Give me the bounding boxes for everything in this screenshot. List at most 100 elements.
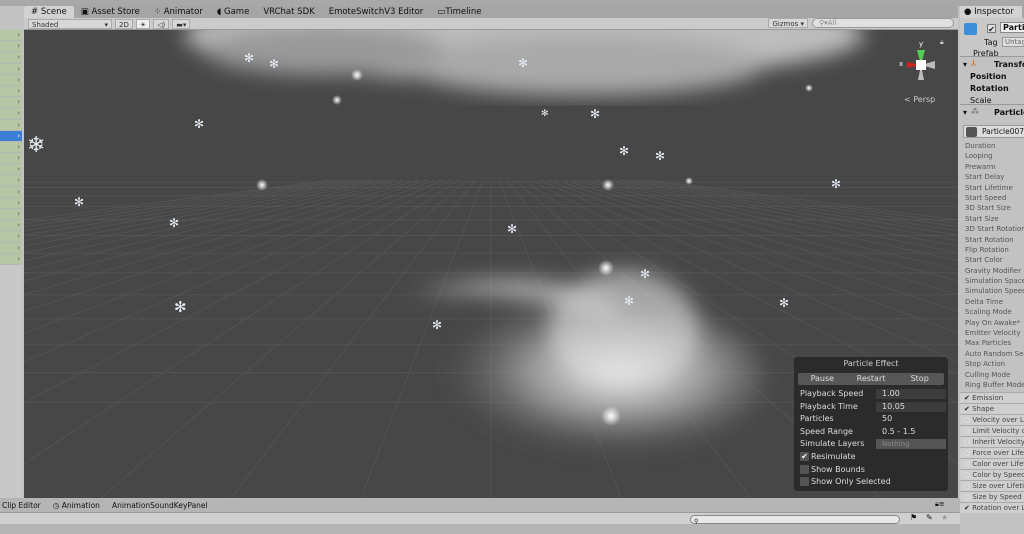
lock-icon[interactable]: 🔒︎: [940, 38, 944, 47]
foldout-arrow-icon[interactable]: ▾: [963, 60, 967, 69]
tab-inspector[interactable]: ● Inspector: [960, 6, 1022, 18]
hierarchy-row[interactable]: ›: [0, 74, 22, 86]
rotation-label: Rotation: [970, 84, 1009, 93]
projection-toggle[interactable]: < Persp: [904, 95, 935, 104]
particle-module-toggle[interactable]: ○ Limit Velocity o: [960, 425, 1024, 437]
hierarchy-row[interactable]: ›: [0, 197, 22, 209]
gizmos-dropdown[interactable]: Gizmos ▾: [768, 18, 808, 28]
snowflake-icon: ✻: [194, 117, 205, 131]
tab-timeline[interactable]: ▭Timeline: [430, 6, 488, 18]
tab-scene[interactable]: # Scene: [24, 6, 74, 18]
grid-line: [24, 179, 356, 232]
tab-game[interactable]: ◖ Game: [210, 6, 257, 18]
snowflake-icon: ✻: [640, 267, 651, 281]
tag-filter-icon[interactable]: ✎: [926, 513, 933, 522]
resimulate-checkbox[interactable]: ✔ Resimulate: [794, 451, 948, 464]
tag-dropdown[interactable]: Untag: [1002, 37, 1024, 47]
tab-animation-sound-key-panel[interactable]: AnimationSoundKeyPanel: [112, 498, 208, 512]
hierarchy-row[interactable]: ›: [0, 209, 22, 221]
effects-dropdown-icon[interactable]: ▬▾: [172, 18, 191, 29]
store-icon: ▣: [80, 7, 89, 17]
module-label: Limit Velocity o: [972, 427, 1024, 436]
hierarchy-row[interactable]: ›: [0, 130, 22, 142]
particle-property-label: Stop Action: [965, 360, 1006, 369]
2d-toggle[interactable]: 2D: [115, 18, 133, 29]
scene-search-input[interactable]: ⚲▾All: [812, 18, 954, 28]
lock-icon[interactable]: 🔒︎≡: [935, 500, 945, 509]
label-filter-icon[interactable]: ⚑: [910, 513, 917, 522]
tab-clip-editor[interactable]: Clip Editor: [2, 498, 41, 512]
tab-vrchat-sdk[interactable]: VRChat SDK: [256, 6, 321, 18]
module-label: Color by Speed: [972, 471, 1024, 480]
module-label: Shape: [972, 405, 995, 414]
hierarchy-row[interactable]: ›: [0, 97, 22, 109]
playback-time-field[interactable]: 10.05: [876, 401, 946, 412]
particle-module-toggle[interactable]: ○ Color by Speed: [960, 469, 1024, 481]
hierarchy-row[interactable]: ›: [0, 164, 22, 176]
tab-emoteswitch[interactable]: EmoteSwitchV3 Editor: [322, 6, 431, 18]
hierarchy-row[interactable]: ›: [0, 242, 22, 254]
pause-button[interactable]: Pause: [798, 373, 847, 385]
particle-module-toggle[interactable]: ○ Force over Lifet: [960, 447, 1024, 459]
field-label: Simulate Layers: [800, 439, 865, 448]
particle-property-label: Start Speed: [965, 193, 1007, 202]
show-only-selected-checkbox[interactable]: Show Only Selected: [794, 476, 948, 489]
hierarchy-row[interactable]: ›: [0, 186, 22, 198]
tab-animator[interactable]: ⁘ Animator: [147, 6, 210, 18]
particle-property-label: Culling Mode: [965, 370, 1011, 379]
particle-module-toggle[interactable]: ✔ Emission: [960, 392, 1024, 404]
snowflake-icon: ✻: [831, 177, 842, 191]
pacman-icon: ◖: [216, 7, 222, 17]
hierarchy-row[interactable]: ›: [0, 52, 22, 64]
checkbox-label: Resimulate: [811, 452, 856, 462]
checkmark-icon: ✔: [964, 394, 973, 403]
hierarchy-row[interactable]: ›: [0, 119, 22, 131]
hierarchy-row[interactable]: ›: [0, 30, 22, 42]
field-label: Playback Speed: [800, 389, 864, 398]
shading-value: Shaded: [32, 20, 59, 29]
hierarchy-row[interactable]: ›: [0, 220, 22, 232]
particle-module-toggle[interactable]: ○ Size by Speed: [960, 491, 1024, 503]
tab-animation[interactable]: ◷ Animation: [53, 498, 100, 512]
hierarchy-row[interactable]: ›: [0, 41, 22, 53]
search-placeholder: All: [827, 19, 837, 27]
particle-property-label: Play On Awake*: [965, 318, 1021, 327]
particle-module-toggle[interactable]: ○ Color over Lifet: [960, 458, 1024, 470]
particle-module-toggle[interactable]: ○ Velocity over L: [960, 414, 1024, 426]
tab-asset-store[interactable]: ▣ Asset Store: [74, 6, 147, 18]
snowflake-icon: ✻: [655, 149, 666, 163]
particle-module-toggle[interactable]: ○ Inherit Velocity: [960, 436, 1024, 448]
scene-orientation-gizmo[interactable]: y x 🔒︎ < Persp: [890, 38, 950, 118]
hierarchy-row[interactable]: ›: [0, 85, 22, 98]
foldout-arrow-icon[interactable]: ▾: [963, 108, 967, 117]
stop-button[interactable]: Stop: [895, 373, 944, 385]
shading-dropdown[interactable]: Shaded ▾: [28, 18, 112, 29]
active-checkbox[interactable]: ✔: [987, 24, 996, 34]
playback-speed-field[interactable]: 1.00: [876, 389, 946, 399]
hierarchy-row[interactable]: ›: [0, 175, 22, 187]
particle-system-header[interactable]: Particle007: [963, 125, 1024, 138]
hierarchy-row[interactable]: ›: [0, 63, 22, 75]
restart-button[interactable]: Restart: [847, 373, 896, 385]
hierarchy-row[interactable]: ›: [0, 253, 22, 265]
favorite-star-icon[interactable]: ★: [941, 513, 948, 522]
bottom-search-input[interactable]: ⚲: [690, 515, 900, 525]
dropdown-value: Nothing: [882, 440, 910, 448]
simulate-layers-dropdown[interactable]: Nothing: [876, 439, 946, 449]
particles-row: Particles 50: [794, 413, 948, 426]
checkbox-box: [800, 477, 809, 487]
module-label: Rotation over L: [972, 504, 1024, 513]
hierarchy-row[interactable]: ›: [0, 153, 22, 165]
particle-module-toggle[interactable]: ✔ Rotation over L: [960, 502, 1024, 514]
hierarchy-row[interactable]: ›: [0, 108, 22, 120]
lighting-toggle-icon[interactable]: ☀: [135, 18, 151, 29]
hierarchy-row[interactable]: ›: [0, 231, 22, 243]
show-bounds-checkbox[interactable]: Show Bounds: [794, 463, 948, 476]
audio-toggle-icon[interactable]: ◁): [153, 18, 170, 29]
speed-range-value: 0.5 - 1.5: [882, 426, 916, 436]
particle-module-toggle[interactable]: ○ Size over Lifeti: [960, 480, 1024, 492]
particle-module-toggle[interactable]: ✔ Shape: [960, 403, 1024, 415]
hierarchy-row[interactable]: ›: [0, 141, 22, 154]
panel-title: Particle Effect: [843, 359, 899, 368]
object-name-field[interactable]: Parti: [1000, 22, 1024, 33]
